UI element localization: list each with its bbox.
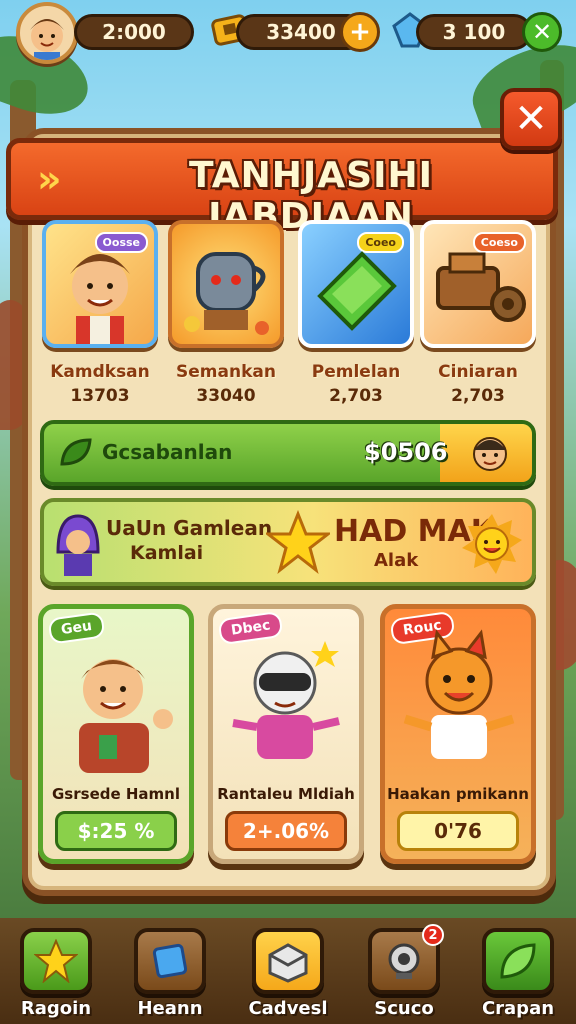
cash-value: 33400 bbox=[266, 20, 336, 44]
item-value: 2,703 bbox=[451, 386, 505, 406]
item-value: 33040 bbox=[196, 386, 256, 406]
event-line1: UaUn Gamlean bbox=[106, 516, 273, 540]
star-face-icon bbox=[34, 939, 78, 983]
nav-label: Ragoin bbox=[20, 998, 92, 1019]
nav-item-crapan[interactable]: Crapan bbox=[478, 928, 558, 1019]
robot-pot-icon bbox=[184, 252, 269, 335]
item-name: Kamdksan bbox=[50, 362, 150, 382]
top-close-button[interactable]: ✕ bbox=[522, 12, 562, 52]
leaf-icon bbox=[500, 943, 536, 979]
boy-portrait-icon bbox=[70, 254, 130, 344]
box-icon bbox=[268, 943, 308, 983]
panel-header-ribbon: » TANHJASIHI IABDIAAN bbox=[6, 138, 558, 237]
offer-name: Rantaleu Mldiah bbox=[217, 785, 355, 803]
bottom-nav: Ragoin Heann Cadvesl 2 Scuco Crapan bbox=[0, 918, 576, 1024]
progress-amount: $0506 bbox=[364, 438, 448, 466]
nav-label: Crapan bbox=[481, 998, 555, 1019]
progress-bar[interactable]: Gcsabanlan $0506 bbox=[40, 420, 536, 486]
event-banner[interactable]: UaUn Gamlean Kamlai HAD MAK Alak bbox=[40, 498, 536, 586]
player-avatar[interactable] bbox=[16, 2, 78, 64]
star-icon bbox=[266, 510, 330, 574]
hooded-character-icon bbox=[56, 514, 100, 576]
nav-label: Heann bbox=[137, 998, 203, 1019]
offer-price-button[interactable]: 2+.06% bbox=[225, 811, 347, 851]
nav-item-ragoin[interactable]: Ragoin bbox=[16, 928, 96, 1019]
item-card-3[interactable]: Coeo Pemlelan 2,703 bbox=[298, 220, 414, 406]
item-card-4[interactable]: Coeso Ciniaran 2,703 bbox=[420, 220, 536, 406]
plus-icon: + bbox=[349, 17, 371, 47]
orange-cat-icon bbox=[403, 629, 515, 759]
item-card-2[interactable]: Semankan 33040 bbox=[168, 220, 284, 406]
item-card-1[interactable]: Oosse Kamdksan 13703 bbox=[42, 220, 158, 406]
nav-label: Scuco bbox=[374, 998, 434, 1019]
close-icon: ✕ bbox=[531, 18, 553, 46]
offer-card-2[interactable]: Dbec Rantaleu Mldiah 2+.06% bbox=[208, 604, 364, 864]
coins-value: 2:000 bbox=[102, 20, 166, 44]
nav-item-scuco[interactable]: 2 Scuco bbox=[364, 924, 444, 1019]
nav-item-cadvesl[interactable]: Cadvesl bbox=[248, 928, 328, 1019]
chevron-right-icon: » bbox=[37, 157, 62, 201]
offer-card-1[interactable]: Geu Gsrsede Hamnl $:25 % bbox=[38, 604, 194, 864]
item-value: 13703 bbox=[70, 386, 130, 406]
notification-badge: 2 bbox=[422, 924, 444, 946]
top-bar: 2:000 33400 + 3 100 ✕ bbox=[0, 0, 576, 66]
blue-gem-icon bbox=[152, 943, 188, 979]
nav-item-heann[interactable]: Heann bbox=[130, 928, 210, 1019]
event-line2: Kamlai bbox=[130, 542, 204, 564]
coins-counter: 2:000 bbox=[74, 14, 194, 50]
item-name: Semankan bbox=[176, 362, 276, 382]
green-book-icon bbox=[317, 251, 397, 331]
gems-value: 3 100 bbox=[442, 20, 506, 44]
close-icon: ✕ bbox=[514, 96, 548, 142]
nav-label: Cadvesl bbox=[248, 998, 328, 1019]
offer-name: Gsrsede Hamnl bbox=[52, 785, 180, 803]
offer-price-button[interactable]: $:25 % bbox=[55, 811, 177, 851]
progress-label: Gcsabanlan bbox=[102, 440, 233, 464]
leaf-icon bbox=[60, 438, 92, 466]
offer-price-button[interactable]: 0'76 bbox=[397, 811, 519, 851]
item-name: Pemlelan bbox=[311, 362, 401, 382]
goggle-robot-icon bbox=[232, 641, 340, 759]
gems-counter: 3 100 bbox=[416, 14, 532, 50]
camera-icon bbox=[388, 943, 420, 979]
offer-name: Haakan pmikann bbox=[387, 785, 529, 803]
offer-card-3[interactable]: Rouc Haakan pmikann 0'76 bbox=[380, 604, 536, 864]
wooden-cart-icon bbox=[436, 252, 526, 322]
item-name: Ciniaran bbox=[438, 362, 518, 382]
add-cash-button[interactable]: + bbox=[340, 12, 380, 52]
panel-close-button[interactable]: ✕ bbox=[500, 88, 562, 150]
waving-boy-icon bbox=[79, 659, 173, 773]
character-portrait-icon bbox=[473, 437, 507, 471]
item-value: 2,703 bbox=[329, 386, 383, 406]
sun-face-icon bbox=[462, 514, 522, 574]
event-subline: Alak bbox=[374, 550, 419, 571]
